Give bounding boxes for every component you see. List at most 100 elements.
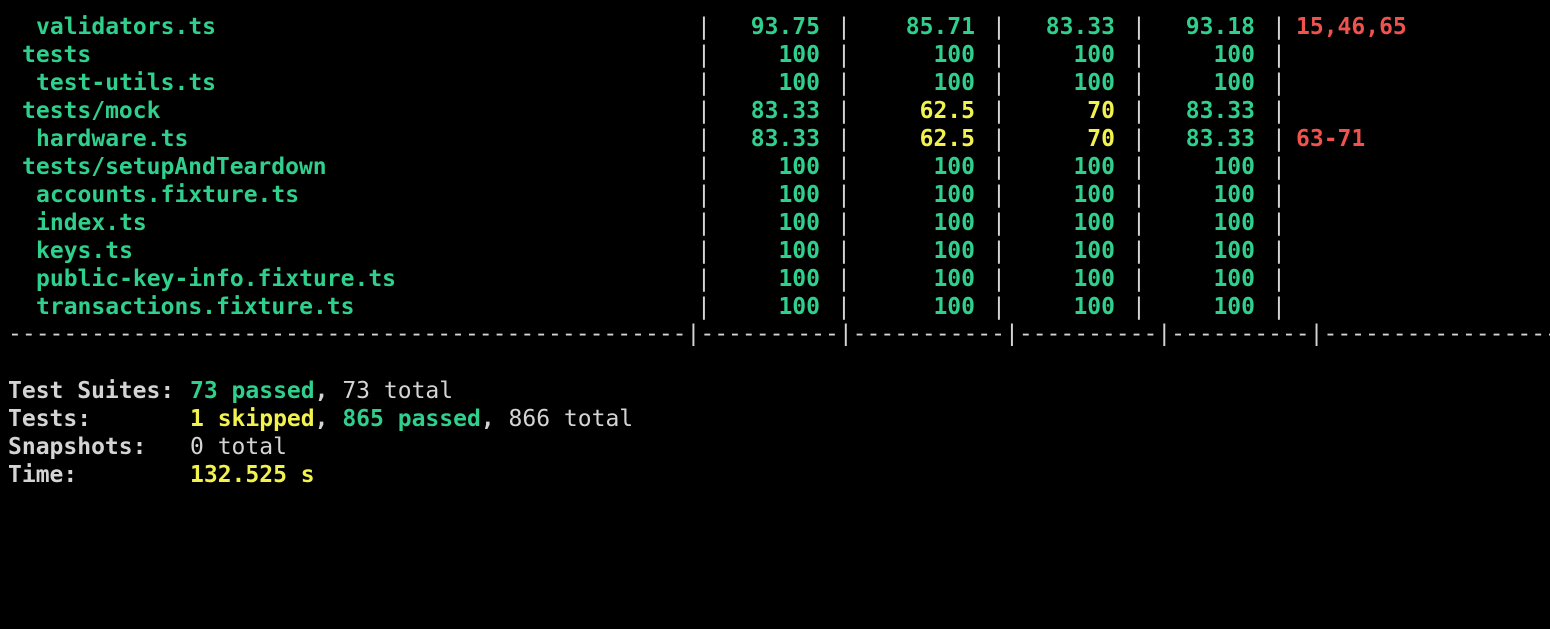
- column-divider: |: [1272, 98, 1286, 124]
- coverage-row: hardware.ts | 83.33 | 62.5 | 70 | 83.33 …: [0, 125, 1550, 153]
- column-divider: |: [1272, 266, 1286, 292]
- coverage-row: tests/setupAndTeardown | 100 | 100 | 100…: [0, 153, 1550, 181]
- column-divider: |: [697, 70, 711, 96]
- branches-pct: 100: [933, 210, 975, 236]
- file-name: validators.ts: [36, 14, 217, 40]
- column-divider: |: [1272, 182, 1286, 208]
- file-name: index.ts: [36, 210, 147, 236]
- column-divider: |: [1272, 14, 1286, 40]
- column-divider: |: [837, 70, 851, 96]
- uncovered-lines: 63-71: [1296, 126, 1366, 152]
- summary-time: Time: 132.525 s: [8, 461, 315, 489]
- column-divider: |: [697, 154, 711, 180]
- column-divider: |: [837, 14, 851, 40]
- coverage-row: transactions.fixture.ts | 100 | 100 | 10…: [0, 293, 1550, 321]
- statements-pct: 100: [778, 238, 820, 264]
- column-divider: |: [697, 238, 711, 264]
- lines-pct: 100: [1213, 238, 1255, 264]
- time-value: 132.525 s: [190, 462, 315, 488]
- column-divider: |: [1272, 42, 1286, 68]
- summary-label: Tests:: [8, 406, 92, 432]
- column-divider: |: [697, 42, 711, 68]
- lines-pct: 100: [1213, 154, 1255, 180]
- lines-pct: 100: [1213, 266, 1255, 292]
- functions-pct: 70: [1087, 98, 1115, 124]
- branches-pct: 85.71: [905, 14, 975, 40]
- summary-value: 73 passed, 73 total: [190, 377, 453, 405]
- file-name: transactions.fixture.ts: [36, 294, 355, 320]
- branches-pct: 100: [933, 182, 975, 208]
- summary-snapshots: Snapshots: 0 total: [8, 433, 287, 461]
- branches-pct: 100: [933, 294, 975, 320]
- lines-pct: 100: [1213, 210, 1255, 236]
- lines-pct: 93.18: [1185, 14, 1255, 40]
- functions-pct: 100: [1073, 42, 1115, 68]
- statements-pct: 100: [778, 266, 820, 292]
- coverage-row: tests | 100 | 100 | 100 | 100 |: [0, 41, 1550, 69]
- coverage-row: validators.ts | 93.75 | 85.71 | 83.33 | …: [0, 13, 1550, 41]
- statements-pct: 100: [778, 210, 820, 236]
- branches-pct: 100: [933, 42, 975, 68]
- column-divider: |: [837, 182, 851, 208]
- uncovered-lines: 15,46,65: [1296, 14, 1407, 40]
- lines-pct: 83.33: [1185, 98, 1255, 124]
- column-divider: |: [1272, 210, 1286, 236]
- functions-pct: 100: [1073, 238, 1115, 264]
- functions-pct: 100: [1073, 294, 1115, 320]
- coverage-row: index.ts | 100 | 100 | 100 | 100 |: [0, 209, 1550, 237]
- summary-tests: Tests: 1 skipped, 865 passed, 866 total: [8, 405, 633, 433]
- column-divider: |: [697, 210, 711, 236]
- column-divider: |: [837, 126, 851, 152]
- functions-pct: 100: [1073, 154, 1115, 180]
- column-divider: |: [837, 294, 851, 320]
- statements-pct: 93.75: [750, 14, 820, 40]
- snapshots-total: 0 total: [190, 434, 287, 460]
- column-divider: |: [1272, 294, 1286, 320]
- statements-pct: 100: [778, 70, 820, 96]
- column-divider: |: [837, 210, 851, 236]
- branches-pct: 100: [933, 70, 975, 96]
- column-divider: |: [697, 126, 711, 152]
- file-name: test-utils.ts: [36, 70, 217, 96]
- column-divider: |: [837, 154, 851, 180]
- functions-pct: 100: [1073, 182, 1115, 208]
- lines-pct: 100: [1213, 42, 1255, 68]
- directory-name: tests/setupAndTeardown: [22, 154, 327, 180]
- file-name: hardware.ts: [36, 126, 189, 152]
- lines-pct: 83.33: [1185, 126, 1255, 152]
- column-divider: |: [837, 238, 851, 264]
- statements-pct: 100: [778, 294, 820, 320]
- branches-pct: 100: [933, 266, 975, 292]
- file-name: accounts.fixture.ts: [36, 182, 300, 208]
- branches-pct: 100: [933, 154, 975, 180]
- statements-pct: 100: [778, 154, 820, 180]
- summary-label: Snapshots:: [8, 434, 147, 460]
- table-separator: ----------------------------------------…: [8, 322, 1550, 346]
- lines-pct: 100: [1213, 70, 1255, 96]
- functions-pct: 70: [1087, 126, 1115, 152]
- coverage-row: accounts.fixture.ts | 100 | 100 | 100 | …: [0, 181, 1550, 209]
- separator-comma: ,: [480, 406, 509, 432]
- column-divider: |: [837, 266, 851, 292]
- coverage-row: public-key-info.fixture.ts | 100 | 100 |…: [0, 265, 1550, 293]
- statements-pct: 100: [778, 182, 820, 208]
- functions-pct: 100: [1073, 70, 1115, 96]
- statements-pct: 83.33: [750, 98, 820, 124]
- column-divider: |: [697, 14, 711, 40]
- branches-pct: 100: [933, 238, 975, 264]
- statements-pct: 83.33: [750, 126, 820, 152]
- coverage-row: keys.ts | 100 | 100 | 100 | 100 |: [0, 237, 1550, 265]
- suites-passed: 73 passed: [190, 378, 315, 404]
- column-divider: |: [1272, 154, 1286, 180]
- file-name: public-key-info.fixture.ts: [36, 266, 397, 292]
- column-divider: |: [1272, 70, 1286, 96]
- separator-comma: ,: [314, 406, 343, 432]
- separator-comma: ,: [314, 378, 343, 404]
- summary-label: Time:: [8, 462, 78, 488]
- column-divider: |: [697, 182, 711, 208]
- coverage-row: test-utils.ts | 100 | 100 | 100 | 100 |: [0, 69, 1550, 97]
- column-divider: |: [837, 42, 851, 68]
- summary-value: 1 skipped, 865 passed, 866 total: [190, 405, 633, 433]
- summary-test-suites: Test Suites: 73 passed, 73 total: [8, 377, 453, 405]
- functions-pct: 100: [1073, 266, 1115, 292]
